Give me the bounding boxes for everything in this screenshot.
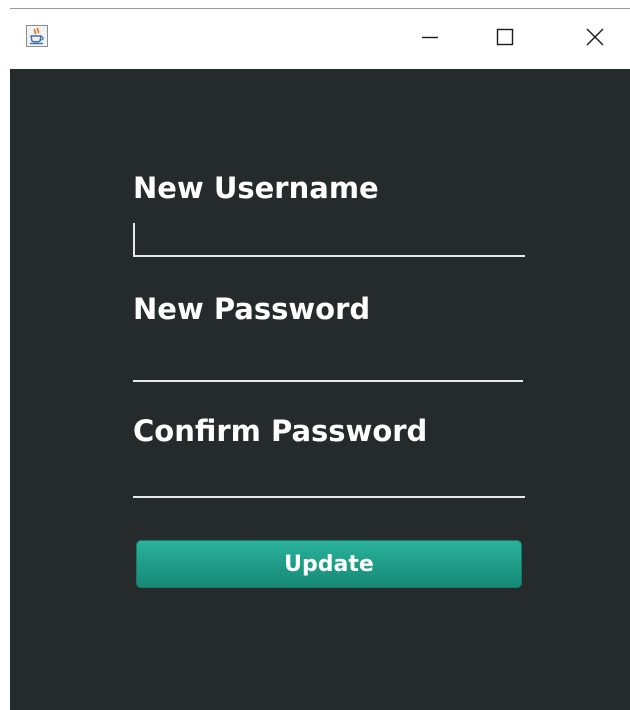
new-username-label: New Username	[133, 171, 379, 205]
java-coffee-cup-icon[interactable]	[26, 25, 48, 47]
app-window: New Username New Password Confirm Passwo…	[0, 0, 630, 710]
text-caret	[133, 223, 135, 255]
confirm-password-label: Confirm Password	[133, 414, 428, 448]
maximize-icon	[495, 27, 515, 51]
confirm-password-input[interactable]	[133, 462, 525, 498]
close-button[interactable]	[565, 9, 625, 69]
minimize-icon	[420, 27, 440, 51]
update-button[interactable]: Update	[136, 540, 522, 588]
new-password-input[interactable]	[133, 346, 523, 382]
title-bar[interactable]	[10, 9, 630, 69]
close-icon	[585, 27, 605, 51]
form-panel: New Username New Password Confirm Passwo…	[10, 69, 630, 710]
new-password-label: New Password	[133, 292, 371, 326]
maximize-button[interactable]	[475, 9, 535, 69]
new-username-input[interactable]	[133, 221, 525, 257]
minimize-button[interactable]	[400, 9, 460, 69]
